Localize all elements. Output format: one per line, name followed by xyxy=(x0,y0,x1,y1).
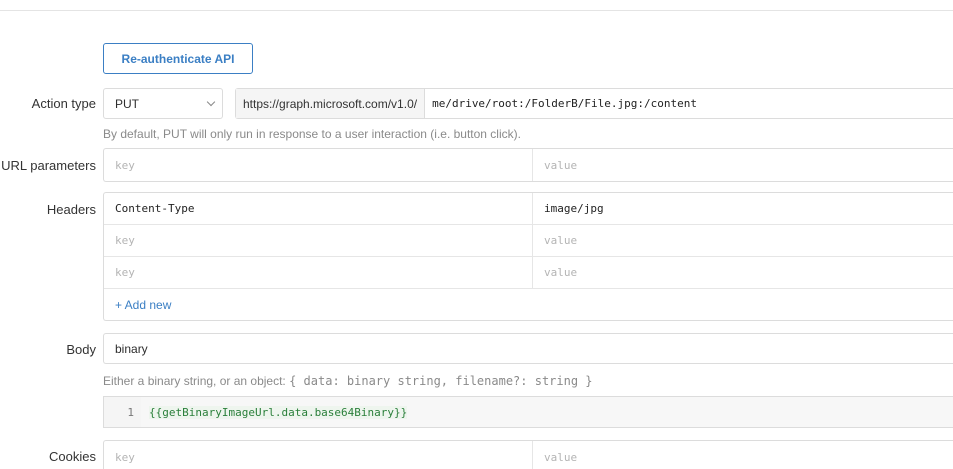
code-line[interactable]: {{getBinaryImageUrl.data.base64Binary}} xyxy=(141,397,953,427)
param-value-input[interactable]: value xyxy=(533,149,953,181)
url-path-input[interactable]: me/drive/root:/FolderB/File.jpg:/content xyxy=(425,89,697,118)
url-field[interactable]: https://graph.microsoft.com/v1.0/ me/dri… xyxy=(235,88,953,119)
header-value-input[interactable]: image/jpg xyxy=(533,193,953,224)
chevron-down-icon xyxy=(206,97,216,106)
section-divider xyxy=(0,10,953,11)
kv-row: key value xyxy=(104,257,953,289)
cookies-label: Cookies xyxy=(49,449,96,464)
header-value-input[interactable]: value xyxy=(533,225,953,256)
reauthenticate-api-button[interactable]: Re-authenticate API xyxy=(103,43,253,74)
action-type-hint: By default, PUT will only run in respons… xyxy=(103,127,521,141)
kv-row: key value xyxy=(104,225,953,257)
code-expression: {{getBinaryImageUrl.data.base64Binary}} xyxy=(149,405,408,419)
header-key-input[interactable]: key xyxy=(104,225,533,256)
url-parameters-table: key value xyxy=(103,148,953,182)
add-new-header-link[interactable]: + Add new xyxy=(104,289,171,320)
line-number: 1 xyxy=(104,397,141,427)
body-code-editor[interactable]: 1 {{getBinaryImageUrl.data.base64Binary}… xyxy=(103,396,953,428)
add-new-row: + Add new xyxy=(104,289,953,320)
body-type-select[interactable]: binary xyxy=(103,333,953,364)
body-hint-code: { data: binary string, filename?: string… xyxy=(289,374,593,388)
method-select[interactable]: PUT xyxy=(103,88,223,119)
body-hint: Either a binary string, or an object: { … xyxy=(103,374,593,388)
header-key-input[interactable]: Content-Type xyxy=(104,193,533,224)
param-key-input[interactable]: key xyxy=(104,149,533,181)
url-base-prefix: https://graph.microsoft.com/v1.0/ xyxy=(236,89,426,118)
body-label: Body xyxy=(66,342,96,357)
top-cutoff-strip xyxy=(0,0,953,10)
action-type-label: Action type xyxy=(31,96,96,111)
method-select-value: PUT xyxy=(115,96,139,111)
header-value-input[interactable]: value xyxy=(533,257,953,288)
url-parameters-label: URL parameters xyxy=(1,158,96,173)
kv-row: key value xyxy=(104,441,953,469)
kv-row: Content-Type image/jpg xyxy=(104,193,953,225)
cookie-key-input[interactable]: key xyxy=(104,441,533,469)
body-hint-text: Either a binary string, or an object: xyxy=(103,374,290,388)
kv-row: key value xyxy=(104,149,953,181)
headers-table: Content-Type image/jpg key value key val… xyxy=(103,192,953,321)
headers-label: Headers xyxy=(46,202,96,217)
cookie-value-input[interactable]: value xyxy=(533,441,953,469)
cookies-table: key value xyxy=(103,440,953,469)
header-key-input[interactable]: key xyxy=(104,257,533,288)
